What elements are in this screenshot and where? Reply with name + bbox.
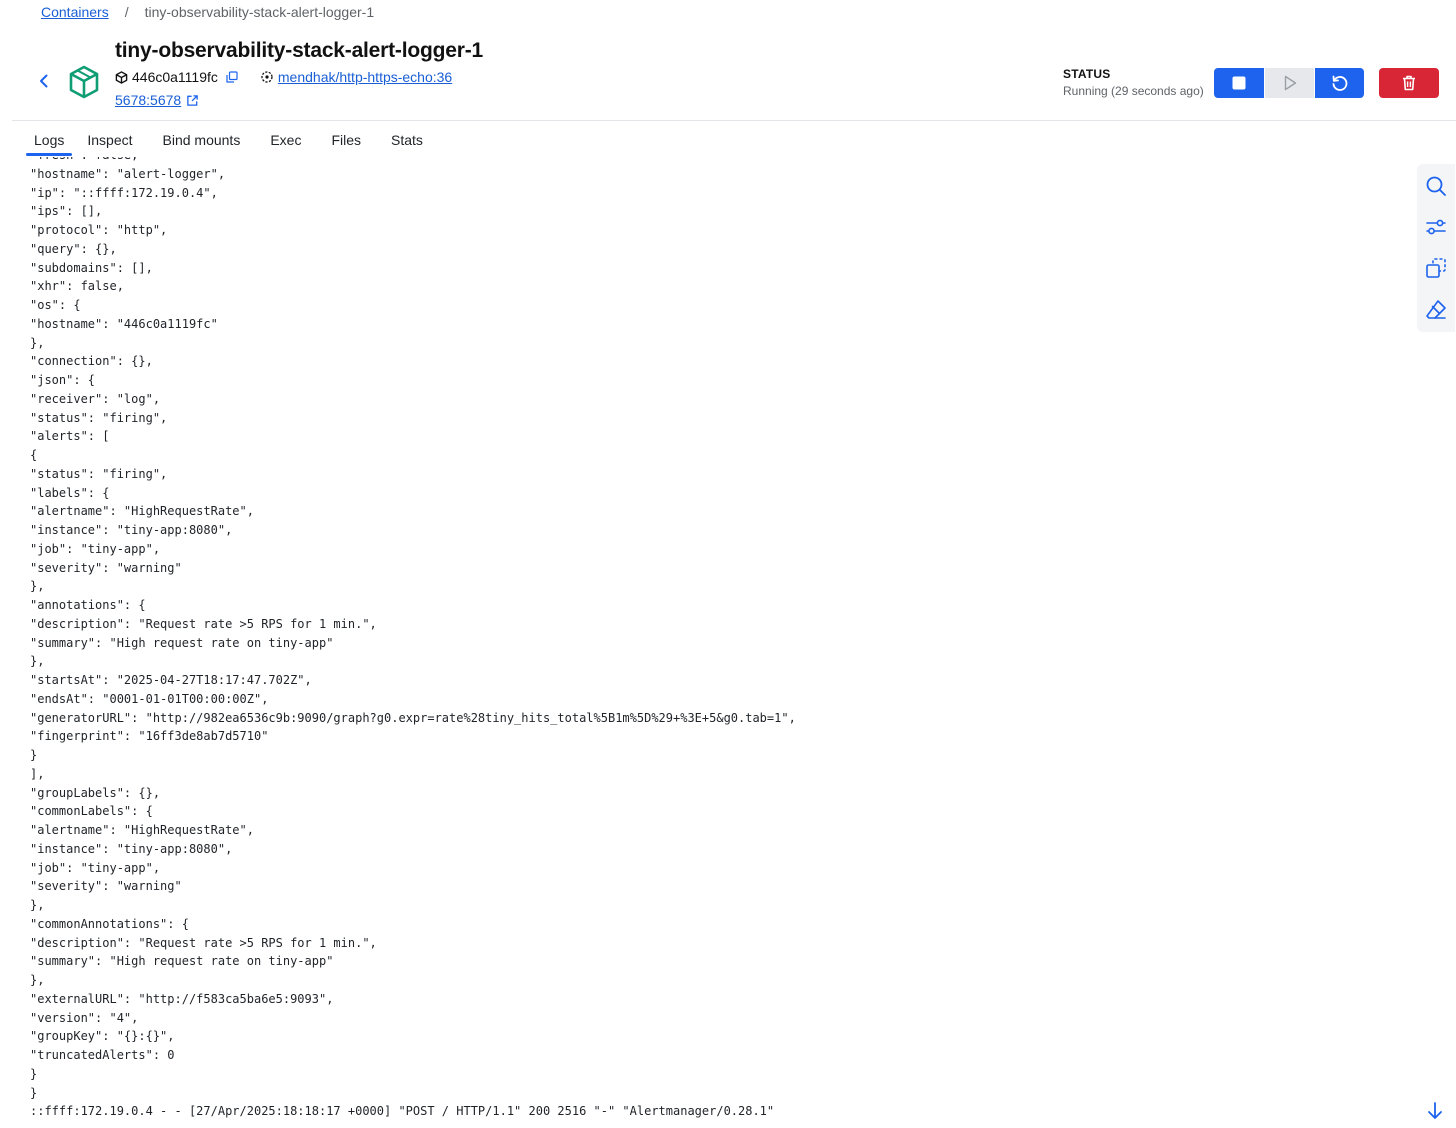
log-line: "endsAt": "0001-01-01T00:00:00Z", [30, 691, 269, 706]
status-label: STATUS [1063, 67, 1111, 81]
restart-icon [1332, 75, 1347, 91]
log-line: "fresh": false, [30, 157, 1400, 165]
container-cube-icon [69, 65, 99, 99]
log-line: "severity": "warning" [30, 560, 182, 575]
external-link-icon[interactable] [186, 94, 199, 107]
restart-button[interactable] [1315, 68, 1364, 98]
container-meta: 446c0a1119fc mendhak/http-https-echo:36 [115, 69, 452, 85]
log-line: } [30, 1085, 38, 1100]
log-line: }, [30, 973, 45, 987]
arrow-down-icon[interactable] [1425, 1101, 1445, 1121]
log-line: "json": { [30, 373, 96, 387]
tab-inspect[interactable]: Inspect [72, 122, 147, 158]
image-link[interactable]: mendhak/http-https-echo:36 [278, 69, 452, 85]
log-line: } [30, 748, 38, 762]
log-line: "protocol": "http", [30, 223, 168, 237]
copy-logs-icon[interactable] [1425, 257, 1447, 279]
log-line: } [30, 1066, 38, 1081]
log-line: "os": { [30, 298, 81, 312]
tab-logs[interactable]: Logs [26, 122, 73, 158]
tab-stats[interactable]: Stats [376, 122, 438, 158]
log-line: "startsAt": "2025-04-27T18:17:47.702Z", [30, 673, 312, 687]
log-line: "groupLabels": {}, [30, 785, 161, 800]
header-divider [12, 120, 1456, 121]
eraser-icon[interactable] [1425, 298, 1447, 320]
breadcrumb-current: tiny-observability-stack-alert-logger-1 [144, 4, 375, 20]
log-line: "externalURL": "http://f583ca5ba6e5:9093… [30, 991, 334, 1006]
log-line: "alertname": "HighRequestRate", [30, 823, 254, 837]
start-button[interactable] [1265, 68, 1314, 98]
log-line: "query": {}, [30, 241, 117, 256]
log-line: ::ffff:172.19.0.4 - - [27/Apr/2025:18:18… [30, 1104, 775, 1119]
stop-icon [1232, 76, 1246, 90]
log-line: "job": "tiny-app", [30, 860, 161, 875]
log-output[interactable]: "fresh": false,"hostname": "alert-logger… [30, 157, 1400, 1125]
tab-files[interactable]: Files [316, 122, 376, 158]
log-line: "instance": "tiny-app:8080", [30, 523, 233, 537]
log-line: }, [30, 335, 45, 350]
log-line: "groupKey": "{}:{}", [30, 1029, 175, 1044]
status-text: Running (29 seconds ago) [1063, 84, 1204, 98]
log-line: "hostname": "alert-logger", [30, 166, 226, 181]
image-icon [261, 71, 273, 83]
back-chevron-icon[interactable] [34, 71, 54, 91]
status-block: STATUS Running (29 seconds ago) [1063, 67, 1204, 98]
filter-icon[interactable] [1425, 216, 1447, 238]
log-line: "alerts": [ [30, 429, 110, 444]
log-line: "summary": "High request rate on tiny-ap… [30, 635, 334, 650]
log-line: "ip": "::ffff:172.19.0.4", [30, 185, 218, 200]
cube-small-icon [115, 70, 128, 84]
log-line: "hostname": "446c0a1119fc" [30, 316, 218, 331]
log-line: "annotations": { [30, 598, 146, 612]
tab-bind-mounts[interactable]: Bind mounts [148, 122, 256, 158]
container-title: tiny-observability-stack-alert-logger-1 [115, 39, 483, 62]
log-toolbar [1417, 164, 1455, 332]
log-line: "version": "4", [30, 1010, 139, 1025]
breadcrumb-containers-link[interactable]: Containers [41, 4, 109, 20]
play-icon [1284, 75, 1296, 91]
log-line: "description": "Request rate >5 RPS for … [30, 616, 377, 631]
log-line: "fingerprint": "16ff3de8ab7d5710" [30, 729, 269, 744]
log-line: "receiver": "log", [30, 391, 161, 406]
log-line: "labels": { [30, 485, 110, 500]
breadcrumb-separator: / [124, 4, 129, 20]
copy-icon[interactable] [226, 71, 238, 83]
log-line: { [30, 448, 38, 462]
trash-icon [1403, 75, 1415, 91]
log-line: "generatorURL": "http://982ea6536c9b:909… [30, 710, 796, 725]
delete-button[interactable] [1379, 68, 1439, 98]
log-line: "status": "firing", [30, 410, 168, 425]
port-link[interactable]: 5678:5678 [115, 92, 181, 108]
log-line: "subdomains": [], [30, 260, 153, 275]
stop-button[interactable] [1214, 68, 1264, 98]
container-id: 446c0a1119fc [132, 69, 218, 85]
log-line: "commonAnnotations": { [30, 916, 189, 931]
log-line: "ips": [], [30, 204, 103, 219]
log-line: }, [30, 898, 45, 912]
log-line: "commonLabels": { [30, 804, 153, 819]
log-line: "truncatedAlerts": 0 [30, 1048, 175, 1062]
log-line: "status": "firing", [30, 466, 168, 481]
log-line: "alertname": "HighRequestRate", [30, 504, 254, 519]
log-line: ], [30, 766, 45, 781]
log-line: "xhr": false, [30, 279, 124, 294]
log-line: "severity": "warning" [30, 879, 182, 894]
log-line: "instance": "tiny-app:8080", [30, 841, 233, 856]
tab-bar: Logs Inspect Bind mounts Exec Files Stat… [26, 122, 438, 158]
log-line: "connection": {}, [30, 354, 153, 369]
tab-exec[interactable]: Exec [255, 122, 316, 158]
search-icon[interactable] [1425, 175, 1447, 197]
port-mapping: 5678:5678 [115, 92, 199, 108]
log-line: "description": "Request rate >5 RPS for … [30, 935, 377, 950]
log-line: }, [30, 654, 45, 669]
log-line: }, [30, 579, 45, 594]
log-line: "job": "tiny-app", [30, 541, 161, 556]
breadcrumb: Containers / tiny-observability-stack-al… [41, 4, 374, 20]
log-line: "summary": "High request rate on tiny-ap… [30, 954, 334, 969]
